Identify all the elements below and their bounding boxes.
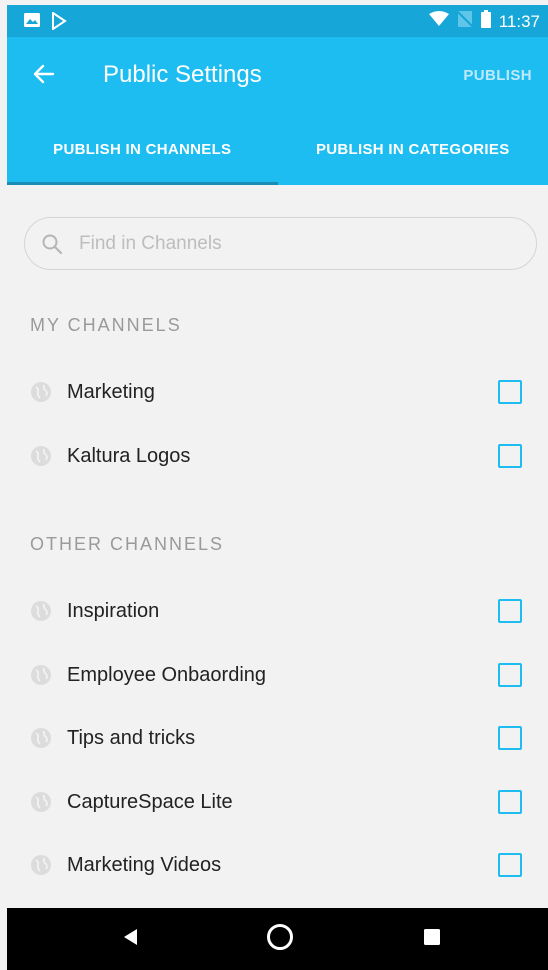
search-icon bbox=[41, 233, 63, 255]
globe-icon bbox=[30, 727, 52, 749]
channel-checkbox[interactable] bbox=[498, 444, 522, 468]
tab-bar: PUBLISH IN CHANNELS PUBLISH IN CATEGORIE… bbox=[7, 113, 548, 185]
image-icon bbox=[23, 12, 41, 35]
status-bar: 11:37 bbox=[7, 5, 548, 37]
channel-row[interactable]: Marketing bbox=[0, 360, 548, 424]
channel-row[interactable]: Inspiration bbox=[0, 579, 548, 643]
globe-icon bbox=[30, 600, 52, 622]
channel-row[interactable]: Employee Onbaording bbox=[0, 643, 548, 707]
channel-label: Marketing Videos bbox=[67, 853, 222, 876]
system-nav-bar bbox=[7, 908, 548, 970]
arrow-back-icon bbox=[33, 63, 55, 90]
search-input[interactable] bbox=[79, 232, 499, 255]
channel-label: Employee Onbaording bbox=[67, 663, 267, 686]
search-box bbox=[24, 217, 537, 270]
back-button[interactable] bbox=[29, 61, 59, 91]
globe-icon bbox=[30, 854, 52, 876]
tab-publish-in-channels[interactable]: PUBLISH IN CHANNELS bbox=[7, 113, 278, 185]
channel-label: Kaltura Logos bbox=[67, 444, 191, 467]
globe-icon bbox=[30, 664, 52, 686]
channel-label: CaptureSpace Lite bbox=[67, 790, 233, 813]
section-header-other-channels: OTHER CHANNELS bbox=[30, 534, 225, 554]
tab-publish-in-categories[interactable]: PUBLISH IN CATEGORIES bbox=[278, 113, 548, 185]
battery-icon bbox=[480, 10, 491, 33]
app-bar: Public Settings PUBLISH PUBLISH IN CHANN… bbox=[7, 37, 548, 185]
nav-recents-button[interactable] bbox=[401, 908, 463, 970]
channel-checkbox[interactable] bbox=[498, 380, 522, 404]
channel-checkbox[interactable] bbox=[498, 599, 522, 623]
channel-checkbox[interactable] bbox=[498, 853, 522, 877]
back-triangle-icon bbox=[121, 927, 141, 952]
home-circle-icon bbox=[265, 922, 295, 957]
nav-back-button[interactable] bbox=[100, 908, 162, 970]
channel-row[interactable]: Kaltura Logos bbox=[0, 424, 548, 488]
channel-checkbox[interactable] bbox=[498, 790, 522, 814]
publish-button[interactable]: PUBLISH bbox=[463, 67, 532, 84]
channel-row[interactable]: Tips and tricks bbox=[0, 706, 548, 770]
nav-home-button[interactable] bbox=[249, 908, 311, 970]
page-title: Public Settings bbox=[103, 61, 262, 88]
channel-label: Marketing bbox=[67, 380, 155, 403]
globe-icon bbox=[30, 445, 52, 467]
channel-label: Inspiration bbox=[67, 599, 160, 622]
channel-checkbox[interactable] bbox=[498, 726, 522, 750]
channel-label: Tips and tricks bbox=[67, 726, 196, 749]
section-header-my-channels: MY CHANNELS bbox=[30, 315, 182, 335]
wifi-icon bbox=[428, 11, 449, 32]
clock-time: 11:37 bbox=[498, 11, 540, 31]
no-signal-icon bbox=[457, 10, 473, 33]
channel-checkbox[interactable] bbox=[498, 663, 522, 687]
recents-square-icon bbox=[423, 928, 441, 951]
globe-icon bbox=[30, 381, 52, 403]
play-store-icon bbox=[51, 11, 67, 35]
channel-row[interactable]: CaptureSpace Lite bbox=[0, 770, 548, 834]
globe-icon bbox=[30, 791, 52, 813]
channel-row[interactable]: Marketing Videos bbox=[0, 833, 548, 897]
